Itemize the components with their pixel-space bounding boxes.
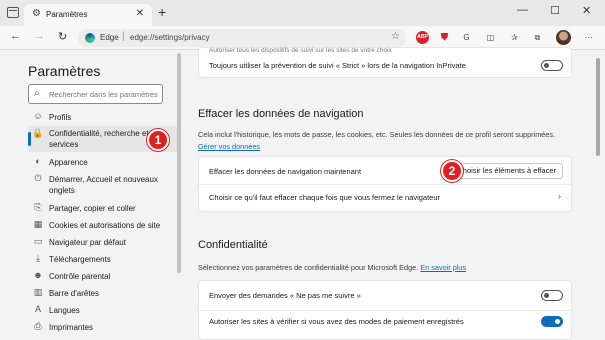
clear-now-label: Effacer les données de navigation mainte…: [209, 167, 362, 176]
row-divider: [199, 310, 571, 311]
title-bar: ⚙ Paramètres ✕ + — ☐ ✕: [0, 0, 605, 26]
favorites-icon[interactable]: ✰: [508, 31, 521, 44]
sidebar-item-start[interactable]: ⏻ Démarrer, Accueil et nouveaux onglets: [28, 173, 178, 197]
sidebar-item-label: Téléchargements: [49, 255, 111, 264]
address-bar[interactable]: Edge | edge://settings/privacy ☆: [78, 29, 406, 47]
sidebar-item-share[interactable]: ⎘ Partager, copier et coller: [28, 202, 178, 215]
tracking-card: Autoriser tous les dispositifs de suivi …: [198, 47, 572, 78]
sidebar-item-downloads[interactable]: ⤓ Téléchargements: [28, 253, 178, 266]
sidebar-item-label: Barre d'arêtes: [49, 289, 99, 298]
back-button[interactable]: ←: [10, 30, 21, 42]
collections-icon[interactable]: ⧉: [531, 31, 544, 44]
privacy-title: Confidentialité: [198, 239, 268, 251]
sidebar-scrollbar[interactable]: [177, 53, 181, 273]
sidebar-item-printers[interactable]: ⎙ Imprimantes: [28, 321, 178, 334]
settings-search[interactable]: ⌕: [28, 84, 163, 104]
do-not-track-label: Envoyer des demandes « Ne pas me suivre …: [209, 291, 361, 300]
shield-extension-icon[interactable]: ⛊: [438, 31, 451, 44]
download-icon: ⤓: [36, 253, 40, 263]
clear-data-title: Effacer les données de navigation: [198, 108, 364, 120]
search-input[interactable]: [49, 88, 159, 100]
printer-icon: ⎙: [34, 321, 42, 331]
close-tab-icon[interactable]: ✕: [136, 8, 144, 19]
tracking-faded-text: Autoriser tous les dispositifs de suivi …: [209, 47, 392, 54]
payment-check-toggle[interactable]: [541, 316, 563, 327]
language-icon: A: [34, 304, 41, 314]
sidebar-item-label: Démarrer, Accueil et nouveaux onglets: [49, 175, 158, 195]
cookie-icon: ▦: [33, 219, 43, 229]
browser-icon: ▭: [33, 236, 43, 246]
share-icon: ⎘: [34, 202, 42, 212]
url-text[interactable]: edge://settings/privacy: [130, 33, 210, 42]
refresh-button[interactable]: ↻: [58, 30, 67, 43]
sidebar-item-edge-bar[interactable]: ▥ Barre d'arêtes: [28, 287, 178, 300]
sidebar-item-label: Contrôle parental: [49, 272, 111, 281]
forward-button[interactable]: →: [34, 30, 45, 42]
edge-logo-icon: [85, 33, 95, 43]
sidebar-item-label: Imprimantes: [49, 323, 94, 332]
extension-icon[interactable]: G: [460, 31, 473, 44]
clear-data-description: Cela inclut l'historique, les mots de pa…: [198, 130, 556, 139]
tab-settings[interactable]: ⚙ Paramètres ✕: [24, 4, 152, 26]
more-options-icon[interactable]: ⋯: [582, 31, 595, 44]
adblock-extension-icon[interactable]: ABP: [416, 31, 429, 44]
maximize-button[interactable]: ☐: [550, 4, 560, 17]
favorite-star-icon[interactable]: ☆: [391, 31, 400, 42]
sidebar-item-label: Cookies et autorisations de site: [49, 221, 161, 230]
sidebar-item-profiles[interactable]: ☺ Profils: [28, 111, 178, 124]
close-window-button[interactable]: ✕: [582, 4, 591, 17]
profile-avatar[interactable]: [556, 30, 571, 45]
do-not-track-toggle[interactable]: [541, 290, 563, 301]
sidebar-icon: ▥: [33, 287, 43, 297]
clear-data-card: Effacer les données de navigation mainte…: [198, 156, 572, 212]
callout-marker-1: 1: [147, 129, 169, 151]
strict-inprivate-label: Toujours utiliser la prévention de suivi…: [209, 61, 466, 70]
split-screen-icon[interactable]: ◫: [484, 31, 497, 44]
settings-sidebar: Paramètres ⌕ ☺ Profils 🔒 Confidentialité…: [0, 51, 182, 336]
clear-on-close-label[interactable]: Choisir ce qu'il faut effacer chaque foi…: [209, 193, 440, 202]
sidebar-title: Paramètres: [28, 63, 101, 79]
sidebar-item-cookies[interactable]: ▦ Cookies et autorisations de site: [28, 219, 178, 232]
address-separator: |: [122, 31, 125, 42]
privacy-description: Sélectionnez vos paramètres de confident…: [198, 263, 419, 272]
privacy-card: Envoyer des demandes « Ne pas me suivre …: [198, 280, 572, 340]
manage-data-link[interactable]: Gérer vos données: [198, 142, 260, 151]
new-tab-button[interactable]: +: [158, 4, 166, 20]
chevron-right-icon[interactable]: ›: [558, 191, 561, 201]
search-icon: ⌕: [34, 88, 40, 99]
tab-actions-icon[interactable]: [7, 7, 19, 18]
main-scrollbar[interactable]: [596, 58, 600, 156]
gear-icon: ⚙: [32, 8, 41, 19]
person-icon: ☺: [33, 111, 43, 121]
family-icon: ☻: [33, 270, 43, 280]
sidebar-item-label: Partager, copier et coller: [49, 204, 136, 213]
sidebar-item-label: Apparence: [49, 158, 88, 167]
palette-icon: ◐: [35, 156, 41, 166]
minimize-button[interactable]: —: [517, 4, 528, 16]
sidebar-item-default-browser[interactable]: ▭ Navigateur par défaut: [28, 236, 178, 249]
privacy-description-row: Sélectionnez vos paramètres de confident…: [198, 263, 466, 272]
sidebar-item-family[interactable]: ☻ Contrôle parental: [28, 270, 178, 283]
payment-check-label: Autoriser les sites à vérifier si vous a…: [209, 317, 464, 326]
choose-items-button[interactable]: Choisir les éléments à effacer: [450, 163, 563, 179]
callout-marker-2: 2: [441, 160, 463, 182]
tab-title: Paramètres: [46, 10, 88, 19]
strict-inprivate-toggle[interactable]: [541, 60, 563, 71]
sidebar-item-label: Navigateur par défaut: [49, 238, 126, 247]
learn-more-link[interactable]: En savoir plus: [420, 263, 466, 272]
sidebar-item-label: Langues: [49, 306, 80, 315]
sidebar-item-languages[interactable]: A Langues: [28, 304, 178, 317]
lock-icon: 🔒: [32, 128, 44, 138]
sidebar-item-label: Confidentialité, recherche et services: [49, 129, 149, 149]
site-label: Edge: [100, 33, 119, 42]
power-icon: ⏻: [34, 173, 42, 183]
sidebar-item-label: Profils: [49, 113, 72, 122]
row-divider: [199, 184, 571, 185]
settings-main: Autoriser tous les dispositifs de suivi …: [198, 47, 588, 340]
sidebar-item-appearance[interactable]: ◐ Apparence: [28, 156, 178, 169]
